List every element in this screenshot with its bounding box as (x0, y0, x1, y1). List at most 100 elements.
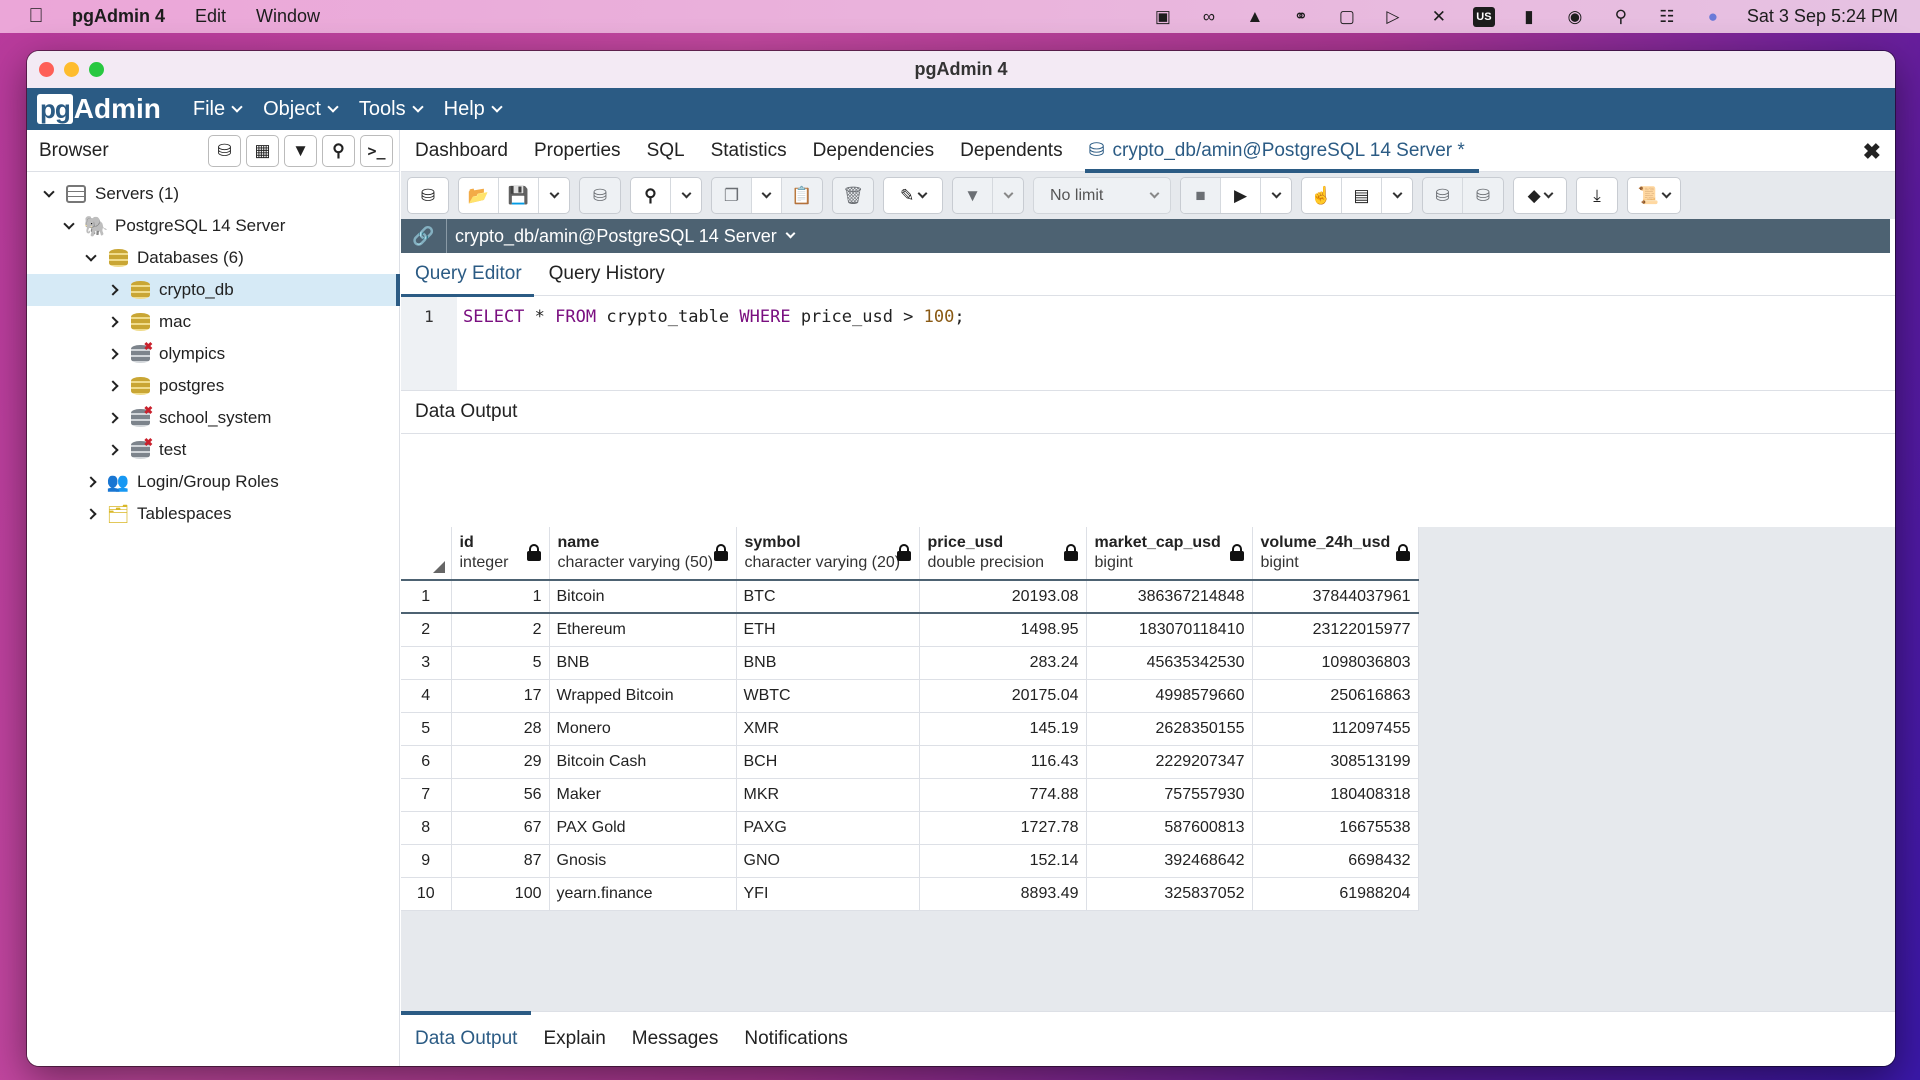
tab-notifications[interactable]: Notifications (744, 1012, 848, 1067)
row-number[interactable]: 1 (401, 580, 452, 614)
macros-icon[interactable]: 📜 (1628, 178, 1680, 213)
search-icon[interactable]: ⚲ (1609, 7, 1633, 27)
column-header-market-cap-usd[interactable]: market_cap_usd bigint (1086, 527, 1253, 581)
column-header-id[interactable]: id integer (451, 527, 550, 581)
cell-name[interactable]: PAX Gold (549, 811, 737, 845)
cell-market-cap-usd[interactable]: 757557930 (1086, 778, 1253, 812)
cell-market-cap-usd[interactable]: 2229207347 (1086, 745, 1253, 779)
caret-down-icon[interactable] (61, 218, 77, 230)
paste-icon[interactable]: 📋 (782, 178, 822, 213)
cell-id[interactable]: 17 (451, 679, 550, 713)
menubar-app-name[interactable]: pgAdmin 4 (72, 6, 165, 27)
cell-market-cap-usd[interactable]: 2628350155 (1086, 712, 1253, 746)
tab-sql[interactable]: SQL (647, 130, 685, 172)
cell-name[interactable]: Wrapped Bitcoin (549, 679, 737, 713)
copy-dropdown-chevron-icon[interactable] (752, 178, 782, 213)
find-dropdown-chevron-icon[interactable] (671, 178, 701, 213)
save-file-icon[interactable]: 💾 (499, 178, 539, 213)
cell-volume-24h-usd[interactable]: 37844037961 (1252, 580, 1419, 614)
cell-symbol[interactable]: PAXG (736, 811, 920, 845)
caret-right-icon[interactable] (105, 316, 121, 328)
cell-name[interactable]: BNB (549, 646, 737, 680)
cell-volume-24h-usd[interactable]: 23122015977 (1252, 613, 1419, 647)
bluetooth-icon[interactable]: ✕ (1427, 7, 1451, 27)
table-row[interactable]: 6 29 Bitcoin Cash BCH 116.43 2229207347 308513… (401, 745, 1419, 779)
menubar-window[interactable]: Window (256, 6, 320, 27)
cell-id[interactable]: 2 (451, 613, 550, 647)
menubar-edit[interactable]: Edit (195, 6, 226, 27)
tree-node-db-school-system[interactable]: ✖ school_system (27, 402, 399, 434)
menu-help[interactable]: Help (444, 98, 503, 121)
cell-name[interactable]: Bitcoin (549, 580, 737, 614)
tree-node-tablespaces[interactable]: 🗂 Tablespaces (27, 498, 399, 530)
tab-messages[interactable]: Messages (632, 1012, 719, 1067)
tab-dependents[interactable]: Dependents (960, 130, 1062, 172)
table-row[interactable]: 2 2 Ethereum ETH 1498.95 183070118410 23122015… (401, 613, 1419, 647)
torrent-icon[interactable]: ⚭ (1289, 7, 1313, 27)
tree-node-db-mac[interactable]: mac (27, 306, 399, 338)
tab-explain[interactable]: Explain (543, 1012, 605, 1067)
caret-right-icon[interactable] (105, 444, 121, 456)
cell-price-usd[interactable]: 8893.49 (919, 877, 1087, 911)
copy-icon[interactable]: ❐ (712, 178, 752, 213)
cell-symbol[interactable]: BNB (736, 646, 920, 680)
table-row[interactable]: 5 28 Monero XMR 145.19 2628350155 112097455 (401, 712, 1419, 746)
select-all-corner[interactable] (401, 527, 452, 581)
cell-name[interactable]: Gnosis (549, 844, 737, 878)
cell-volume-24h-usd[interactable]: 1098036803 (1252, 646, 1419, 680)
row-number[interactable]: 10 (401, 877, 452, 911)
caret-right-icon[interactable] (83, 508, 99, 520)
tab-query-editor[interactable]: Query Editor (401, 253, 534, 297)
siri-icon[interactable]: ● (1701, 7, 1725, 27)
row-number[interactable]: 2 (401, 613, 452, 647)
tab-properties[interactable]: Properties (534, 130, 621, 172)
cell-symbol[interactable]: BTC (736, 580, 920, 614)
cell-symbol[interactable]: MKR (736, 778, 920, 812)
cell-market-cap-usd[interactable]: 45635342530 (1086, 646, 1253, 680)
wifi-icon[interactable]: ◉ (1563, 7, 1587, 27)
close-tab-icon[interactable]: ✖ (1863, 139, 1881, 165)
save-data-changes-icon[interactable]: ⛁ (580, 178, 620, 213)
cell-volume-24h-usd[interactable]: 16675538 (1252, 811, 1419, 845)
stop-icon[interactable]: ■ (1181, 178, 1221, 213)
cell-id[interactable]: 56 (451, 778, 550, 812)
creative-cloud-icon[interactable]: ∞ (1197, 7, 1221, 27)
caret-down-icon[interactable] (83, 250, 99, 262)
tab-query-history[interactable]: Query History (549, 253, 665, 296)
cell-market-cap-usd[interactable]: 386367214848 (1086, 580, 1253, 614)
control-center-icon[interactable]: ☷ (1655, 7, 1679, 27)
filter-icon[interactable]: ▼ (953, 178, 993, 213)
row-number[interactable]: 7 (401, 778, 452, 812)
table-row[interactable]: 4 17 Wrapped Bitcoin WBTC 20175.04 4998579660… (401, 679, 1419, 713)
cell-id[interactable]: 29 (451, 745, 550, 779)
cell-market-cap-usd[interactable]: 183070118410 (1086, 613, 1253, 647)
cell-symbol[interactable]: XMR (736, 712, 920, 746)
cell-volume-24h-usd[interactable]: 61988204 (1252, 877, 1419, 911)
cell-price-usd[interactable]: 283.24 (919, 646, 1087, 680)
column-header-symbol[interactable]: symbol character varying (20) (736, 527, 920, 581)
explain-icon[interactable]: ☝ (1302, 178, 1342, 213)
query-tool-icon[interactable]: ⛁ (208, 135, 241, 167)
menu-file[interactable]: File (193, 98, 243, 121)
row-number[interactable]: 5 (401, 712, 452, 746)
table-row[interactable]: 3 5 BNB BNB 283.24 45635342530 1098036803 (401, 646, 1419, 680)
cell-price-usd[interactable]: 1498.95 (919, 613, 1087, 647)
column-header-name[interactable]: name character varying (50) (549, 527, 737, 581)
tree-node-db-test[interactable]: ✖ test (27, 434, 399, 466)
keyboard-input-icon[interactable]: US (1472, 6, 1495, 27)
caret-right-icon[interactable] (105, 348, 121, 360)
cell-volume-24h-usd[interactable]: 6698432 (1252, 844, 1419, 878)
cell-price-usd[interactable]: 145.19 (919, 712, 1087, 746)
display-icon[interactable]: ▢ (1335, 7, 1359, 27)
filter-dropdown-chevron-icon[interactable] (993, 178, 1023, 213)
caret-right-icon[interactable] (105, 284, 121, 296)
menu-object[interactable]: Object (263, 98, 339, 121)
cell-volume-24h-usd[interactable]: 180408318 (1252, 778, 1419, 812)
window-zoom-button[interactable] (89, 62, 104, 77)
cell-id[interactable]: 87 (451, 844, 550, 878)
edit-icon[interactable]: ✎ (884, 178, 942, 213)
cell-price-usd[interactable]: 20193.08 (919, 580, 1087, 614)
tree-node-db-olympics[interactable]: ✖ olympics (27, 338, 399, 370)
column-header-price-usd[interactable]: price_usd double precision (919, 527, 1087, 581)
cell-id[interactable]: 28 (451, 712, 550, 746)
